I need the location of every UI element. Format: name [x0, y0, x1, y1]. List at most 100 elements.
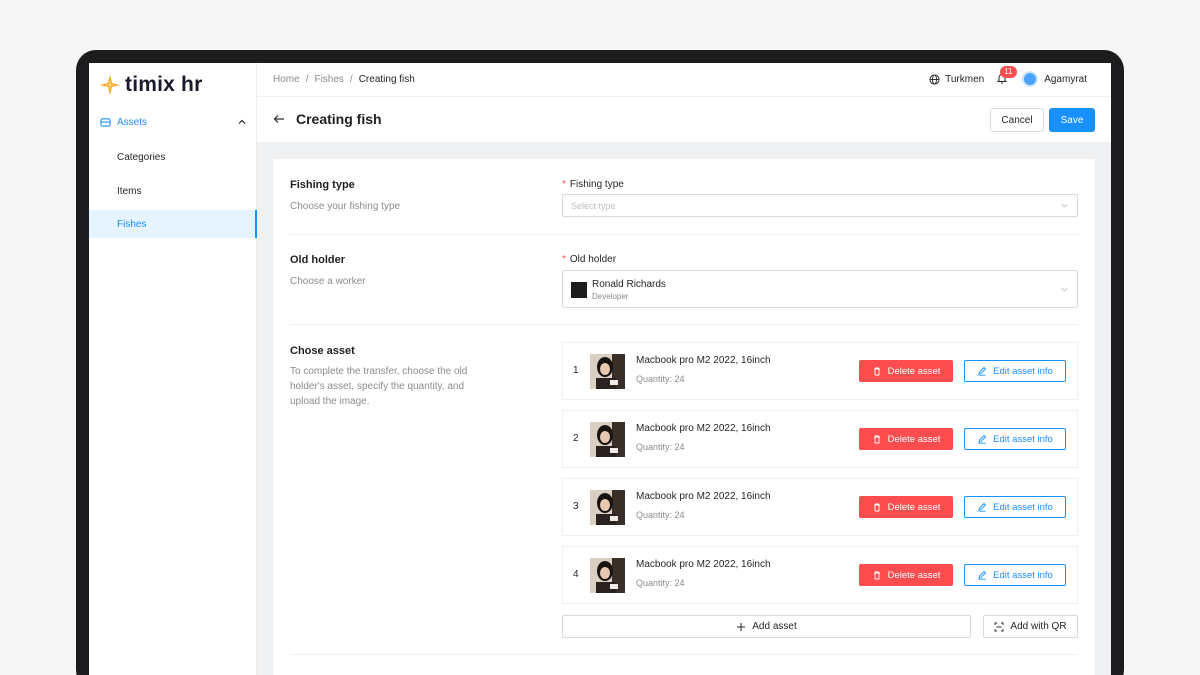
logo-text: timix hr: [125, 73, 203, 96]
delete-asset-button[interactable]: Delete asset: [859, 496, 953, 518]
asset-photo-icon: [590, 354, 625, 389]
page-title: Creating fish: [296, 111, 382, 127]
old-holder-select[interactable]: Ronald Richards Developer: [562, 270, 1078, 308]
asset-quantity: Quantity: 24: [636, 442, 685, 452]
asset-name: Macbook pro M2 2022, 16inch: [636, 559, 771, 570]
trash-icon: [873, 367, 880, 376]
notification-badge: 11: [1000, 66, 1017, 78]
holder-name: Ronald Richards: [592, 279, 666, 290]
sidebar-group-assets[interactable]: Assets: [89, 111, 257, 133]
notifications-button[interactable]: 11: [996, 66, 1017, 86]
breadcrumb-home[interactable]: Home: [273, 74, 300, 85]
form-card: Fishing type Choose your fishing type * F…: [273, 159, 1095, 675]
delete-asset-label: Delete asset: [887, 433, 941, 445]
delete-asset-label: Delete asset: [887, 569, 941, 581]
sidebar-group-label: Assets: [117, 116, 148, 128]
chevron-up-icon: [238, 119, 246, 124]
edit-icon: [978, 434, 987, 444]
edit-asset-label: Edit asset info: [993, 365, 1053, 377]
asset-photo-icon: [590, 558, 625, 593]
edit-asset-label: Edit asset info: [993, 433, 1053, 445]
asset-thumbnail: [590, 354, 625, 389]
add-asset-button[interactable]: Add asset: [562, 615, 971, 638]
qr-scan-icon: [994, 622, 1004, 631]
edit-icon: [978, 366, 987, 376]
user-menu[interactable]: Agamyrat: [1022, 71, 1087, 87]
asset-row: 3 Macbook pro M2 2022, 16inch Quantity: …: [562, 478, 1078, 536]
asset-thumbnail: [590, 422, 625, 457]
sidebar-item-categories[interactable]: Categories: [89, 143, 257, 171]
chose-asset-description: To complete the transfer, choose the old…: [290, 366, 468, 407]
app-screen: timix hr Assets Categories Items Fishes …: [89, 63, 1111, 675]
asset-name: Macbook pro M2 2022, 16inch: [636, 423, 771, 434]
globe-icon: [929, 73, 940, 85]
add-with-qr-button[interactable]: Add with QR: [983, 615, 1078, 638]
chevron-down-icon: [1061, 287, 1068, 292]
holder-avatar: [571, 282, 587, 298]
old-holder-label: * Old holder: [562, 254, 616, 265]
back-arrow-icon[interactable]: [273, 113, 285, 125]
delete-asset-label: Delete asset: [887, 501, 941, 513]
delete-asset-button[interactable]: Delete asset: [859, 360, 953, 382]
divider: [290, 234, 1078, 235]
language-selector[interactable]: Turkmen: [929, 74, 984, 85]
save-button[interactable]: Save: [1049, 108, 1095, 132]
asset-number: 3: [573, 501, 579, 512]
divider: [290, 324, 1078, 325]
asset-number: 2: [573, 433, 579, 444]
sidebar-item-label: Categories: [117, 151, 166, 163]
topbar: Home / Fishes / Creating fish Turkmen 11…: [257, 63, 1111, 97]
main-content: Fishing type Choose your fishing type * F…: [257, 143, 1111, 675]
breadcrumb-fishes[interactable]: Fishes: [314, 74, 343, 85]
edit-asset-label: Edit asset info: [993, 569, 1053, 581]
asset-quantity: Quantity: 24: [636, 510, 685, 520]
edit-asset-button[interactable]: Edit asset info: [964, 564, 1066, 586]
asset-photo-icon: [590, 490, 625, 525]
fishing-type-placeholder: Select type: [571, 201, 616, 211]
breadcrumb-current: Creating fish: [358, 74, 415, 85]
trash-icon: [873, 503, 880, 512]
asset-name: Macbook pro M2 2022, 16inch: [636, 491, 771, 502]
add-asset-label: Add asset: [752, 621, 797, 632]
trash-icon: [873, 571, 880, 580]
assets-icon: [100, 117, 111, 127]
avatar: [1022, 71, 1039, 87]
asset-thumbnail: [590, 490, 625, 525]
old-holder-description: Choose a worker: [290, 276, 366, 287]
fishing-type-label: * Fishing type: [562, 179, 624, 190]
topbar-actions: Turkmen 11 Agamyrat: [929, 66, 1087, 87]
asset-row: 1 Macbook pro M2 2022, 16inch Quantity: …: [562, 342, 1078, 400]
delete-asset-button[interactable]: Delete asset: [859, 564, 953, 586]
sidebar-item-items[interactable]: Items: [89, 177, 257, 205]
edit-asset-button[interactable]: Edit asset info: [964, 496, 1066, 518]
breadcrumb-separator: /: [305, 74, 309, 85]
asset-number: 4: [573, 569, 579, 580]
breadcrumb: Home / Fishes / Creating fish: [273, 74, 415, 85]
logo[interactable]: timix hr: [99, 73, 202, 97]
asset-thumbnail: [590, 558, 625, 593]
fishing-type-description: Choose your fishing type: [290, 201, 401, 212]
sidebar-item-label: Items: [117, 185, 142, 197]
page-header: Creating fish Cancel Save: [257, 97, 1111, 143]
edit-asset-button[interactable]: Edit asset info: [964, 360, 1066, 382]
divider: [290, 654, 1078, 655]
sidebar-item-fishes[interactable]: Fishes: [89, 210, 257, 238]
delete-asset-button[interactable]: Delete asset: [859, 428, 953, 450]
plus-icon: [737, 622, 746, 631]
user-name: Agamyrat: [1044, 73, 1087, 85]
old-holder-label-text: Old holder: [569, 254, 617, 265]
edit-icon: [978, 502, 987, 512]
old-holder-title: Old holder: [290, 254, 345, 266]
cancel-button[interactable]: Cancel: [990, 108, 1044, 132]
asset-row: 2 Macbook pro M2 2022, 16inch Quantity: …: [562, 410, 1078, 468]
fishing-type-select[interactable]: Select type: [562, 194, 1078, 217]
sidebar: timix hr Assets Categories Items Fishes: [89, 63, 257, 675]
breadcrumb-separator: /: [349, 74, 353, 85]
logo-icon: [99, 74, 121, 96]
asset-quantity: Quantity: 24: [636, 374, 685, 384]
asset-row: 4 Macbook pro M2 2022, 16inch Quantity: …: [562, 546, 1078, 604]
edit-asset-button[interactable]: Edit asset info: [964, 428, 1066, 450]
delete-asset-label: Delete asset: [887, 365, 941, 377]
holder-role: Developer: [592, 292, 629, 301]
edit-asset-label: Edit asset info: [993, 501, 1053, 513]
